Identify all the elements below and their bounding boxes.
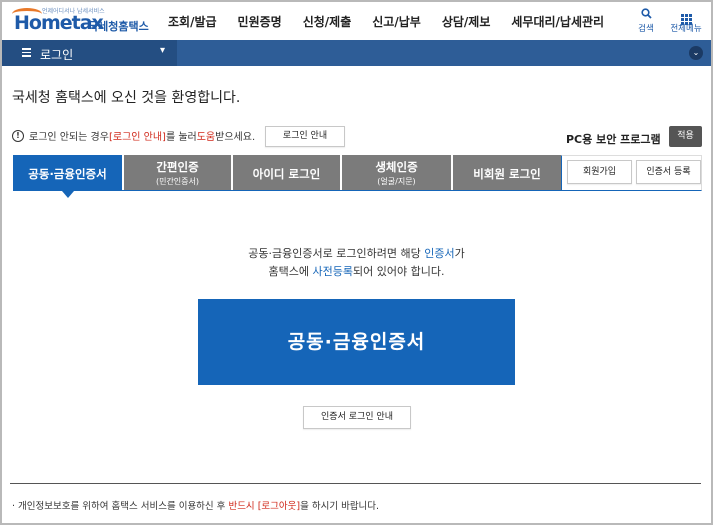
exclamation-icon: ! <box>12 129 24 142</box>
cert-description-line1: 공동·금융인증서로 로그인하려면 해당 인증서가 <box>0 245 713 261</box>
register-cert-button[interactable]: 인증서 등록 <box>636 160 701 184</box>
active-tab-pointer <box>62 191 74 198</box>
footer-text: · 개인정보보호를 위하여 홈택스 서비스를 이용하신 후 <box>12 501 229 512</box>
notice-prefix: 로그인 안되는 경우 <box>29 132 109 143</box>
notice-highlight: [로그인 안내] <box>108 132 166 143</box>
location-bar: 로그인 ▾ ⌄ <box>2 40 711 66</box>
search-button[interactable]: 검색 <box>626 8 666 34</box>
desc-text: 되어 있어야 합니다. <box>353 265 445 278</box>
tab-guest-login[interactable]: 비회원 로그인 <box>453 155 561 191</box>
divider <box>10 483 701 484</box>
security-apply-button[interactable]: 적용 <box>669 126 702 147</box>
notice-suffix: 받으세요. <box>215 132 256 143</box>
caret-down-icon: ▾ <box>160 45 166 56</box>
joint-cert-login-button[interactable]: 공동·금융인증서 <box>198 299 515 385</box>
desc-text: 홈택스에 <box>268 265 313 278</box>
tab-simple-auth[interactable]: 간편인증 (민간인증서) <box>124 155 231 191</box>
all-menu-label: 전체메뉴 <box>670 24 702 34</box>
all-menu-button[interactable]: 전체메뉴 <box>666 8 706 34</box>
tab-sublabel: (민간인증서) <box>155 177 200 186</box>
location-dropdown[interactable]: 로그인 ▾ <box>2 40 177 66</box>
menu-item-inquiry[interactable]: 조회/발급 <box>168 13 217 30</box>
search-label: 검색 <box>638 24 654 34</box>
cert-login-guide-button[interactable]: 인증서 로그인 안내 <box>303 406 411 429</box>
tab-label: 생체인증 <box>375 160 418 174</box>
grid-menu-icon <box>666 8 706 25</box>
site-header: 언제어디서나 납세서비스 Hometax 국세청홈택스 조회/발급 민원증명 신… <box>2 2 711 40</box>
footer-highlight: 반드시 [로그아웃] <box>228 501 301 512</box>
cert-description-line2: 홈택스에 사전등록되어 있어야 합니다. <box>0 263 713 279</box>
join-button[interactable]: 회원가입 <box>567 160 632 184</box>
tab-label: 공동·금융인증서 <box>28 167 107 181</box>
privacy-notice: · 개인정보보호를 위하여 홈택스 서비스를 이용하신 후 반드시 [로그아웃]… <box>12 498 379 512</box>
location-title: 로그인 <box>40 48 74 62</box>
hamburger-icon <box>22 48 31 57</box>
footer-text: 을 하시기 바랍니다. <box>300 501 380 512</box>
desc-highlight: 인증서 <box>424 247 455 260</box>
search-icon <box>626 8 666 20</box>
menu-item-application[interactable]: 신청/제출 <box>303 13 352 30</box>
tab-id-login[interactable]: 아이디 로그인 <box>233 155 340 191</box>
tab-underline <box>13 190 561 191</box>
tab-label: 아이디 로그인 <box>252 167 321 181</box>
menu-item-certificate[interactable]: 민원증명 <box>238 13 282 30</box>
login-help-notice: ! 로그인 안되는 경우 [로그인 안내] 를 눌러 도움 받으세요. <box>12 128 255 143</box>
tab-label: 비회원 로그인 <box>473 167 541 181</box>
security-program-label: PC용 보안 프로그램 <box>566 133 661 146</box>
tab-biometric[interactable]: 생체인증 (얼굴/지문) <box>342 155 451 191</box>
desc-text: 가 <box>454 247 465 260</box>
expand-circle-icon[interactable]: ⌄ <box>689 46 703 60</box>
logo-name: 국세청홈택스 <box>88 20 149 33</box>
tab-sublabel: (얼굴/지문) <box>377 177 416 186</box>
tab-label: 간편인증 <box>156 160 199 174</box>
menu-item-agent[interactable]: 세무대리/납세관리 <box>511 13 604 30</box>
notice-highlight-help: 도움 <box>196 132 216 143</box>
tab-joint-cert[interactable]: 공동·금융인증서 <box>13 155 122 191</box>
welcome-heading: 국세청 홈택스에 오신 것을 환영합니다. <box>12 90 241 106</box>
login-guide-button[interactable]: 로그인 안내 <box>265 126 345 147</box>
notice-middle: 를 눌러 <box>165 132 197 143</box>
desc-highlight: 사전등록 <box>312 265 353 278</box>
main-menu: 조회/발급 민원증명 신청/제출 신고/납부 상담/제보 세무대리/납세관리 <box>168 13 625 30</box>
hometax-logo[interactable]: 언제어디서나 납세서비스 Hometax 국세청홈택스 <box>12 6 149 36</box>
menu-item-consult[interactable]: 상담/제보 <box>442 13 491 30</box>
menu-item-filing[interactable]: 신고/납부 <box>372 13 421 30</box>
desc-text: 공동·금융인증서로 로그인하려면 해당 <box>248 247 425 260</box>
